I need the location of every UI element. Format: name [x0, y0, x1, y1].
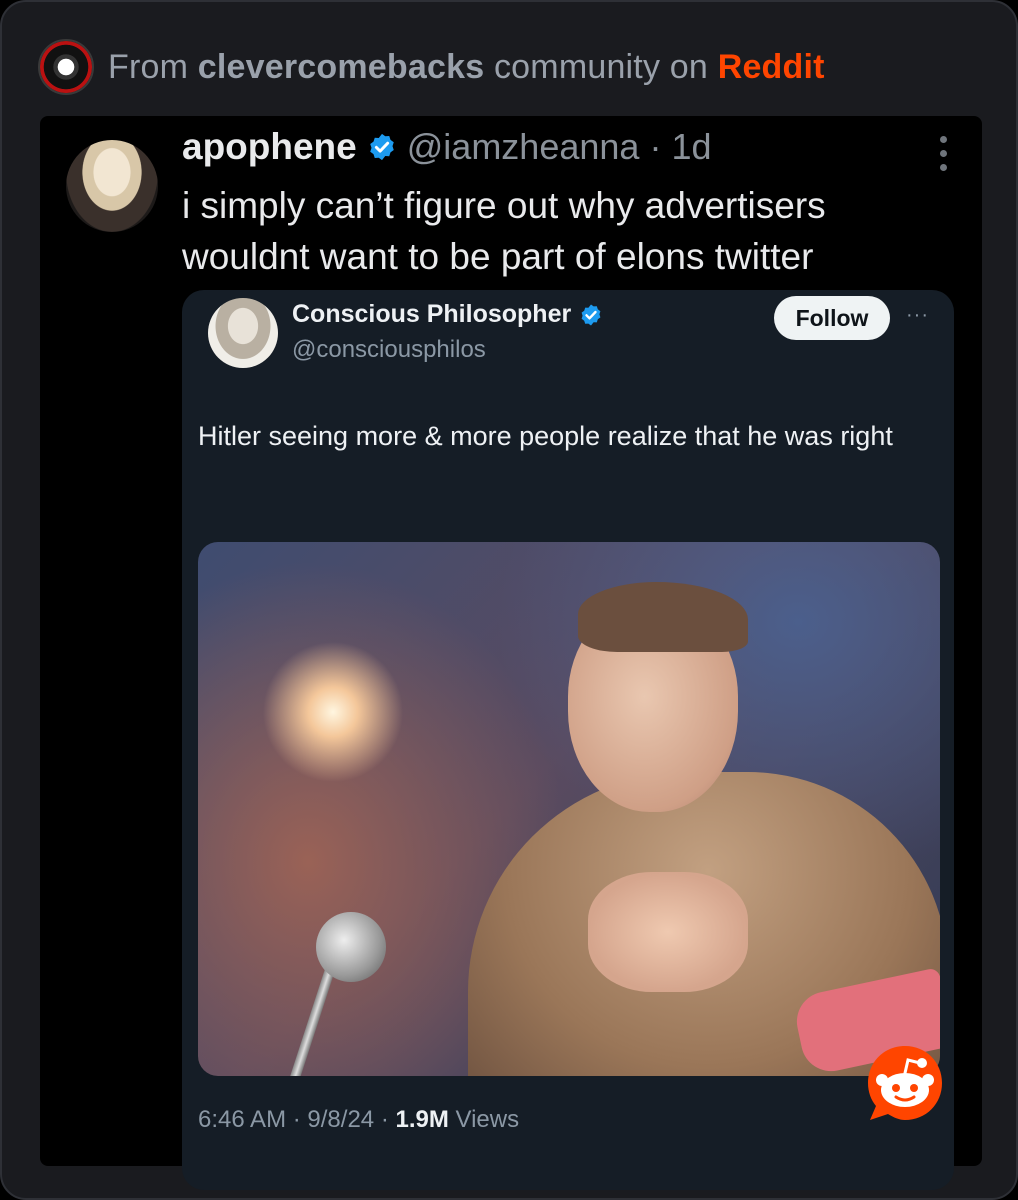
quoted-author-avatar[interactable] [208, 298, 278, 368]
verified-badge-icon [581, 304, 601, 325]
microphone-head [316, 912, 386, 982]
post-date[interactable]: 9/8/24 [307, 1106, 374, 1133]
quoted-tweet[interactable]: Conscious Philosopher @consciousphilos F… [182, 290, 954, 1190]
community-avatar[interactable] [38, 39, 94, 95]
source-middle: community on [493, 47, 709, 86]
meta-separator: · [292, 1106, 301, 1133]
source-header: From clevercomebacks community on Reddit [38, 36, 825, 98]
quoted-author-name[interactable]: Conscious Philosopher [292, 300, 571, 329]
reddit-link[interactable]: Reddit [718, 48, 825, 86]
community-link[interactable]: clevercomebacks [198, 48, 485, 86]
quoted-author-name-row: Conscious Philosopher [292, 300, 603, 329]
separator-dot: · [649, 126, 662, 167]
quoted-tweet-photo[interactable] [198, 542, 940, 1076]
tweet-header: apophene @iamzheanna · 1d [182, 126, 711, 168]
quoted-tweet-text: Hitler seeing more & more people realize… [198, 421, 893, 451]
quoted-author-handle[interactable]: @consciousphilos [292, 336, 486, 364]
figure-hair [578, 582, 748, 652]
figure-hands [588, 872, 748, 992]
tweet-screenshot: apophene @iamzheanna · 1d i simply can’t… [40, 116, 982, 1190]
more-horizontal-icon[interactable]: ··· [906, 304, 929, 327]
verified-badge-icon [370, 133, 394, 161]
tweet-time[interactable]: 1d [671, 126, 711, 168]
author-name[interactable]: apophene [182, 126, 357, 168]
meta-separator: · [380, 1106, 389, 1133]
quoted-tweet-meta: 6:46 AM · 9/8/24 · 1.9M Views [198, 1106, 519, 1134]
source-label: From clevercomebacks community on Reddit [108, 48, 825, 87]
tweet-text: i simply can’t figure out why advertiser… [182, 185, 826, 277]
views-count: 1.9M [395, 1106, 449, 1133]
source-prefix: From [108, 47, 189, 86]
post-time[interactable]: 6:46 AM [198, 1106, 286, 1133]
reddit-logo-icon [868, 1046, 942, 1120]
more-options-icon[interactable] [938, 136, 948, 171]
views-label: Views [455, 1106, 520, 1133]
author-avatar[interactable] [66, 140, 158, 232]
author-handle[interactable]: @iamzheanna [407, 126, 640, 168]
follow-button[interactable]: Follow [774, 296, 890, 340]
reddit-share-card: From clevercomebacks community on Reddit… [0, 0, 1018, 1200]
